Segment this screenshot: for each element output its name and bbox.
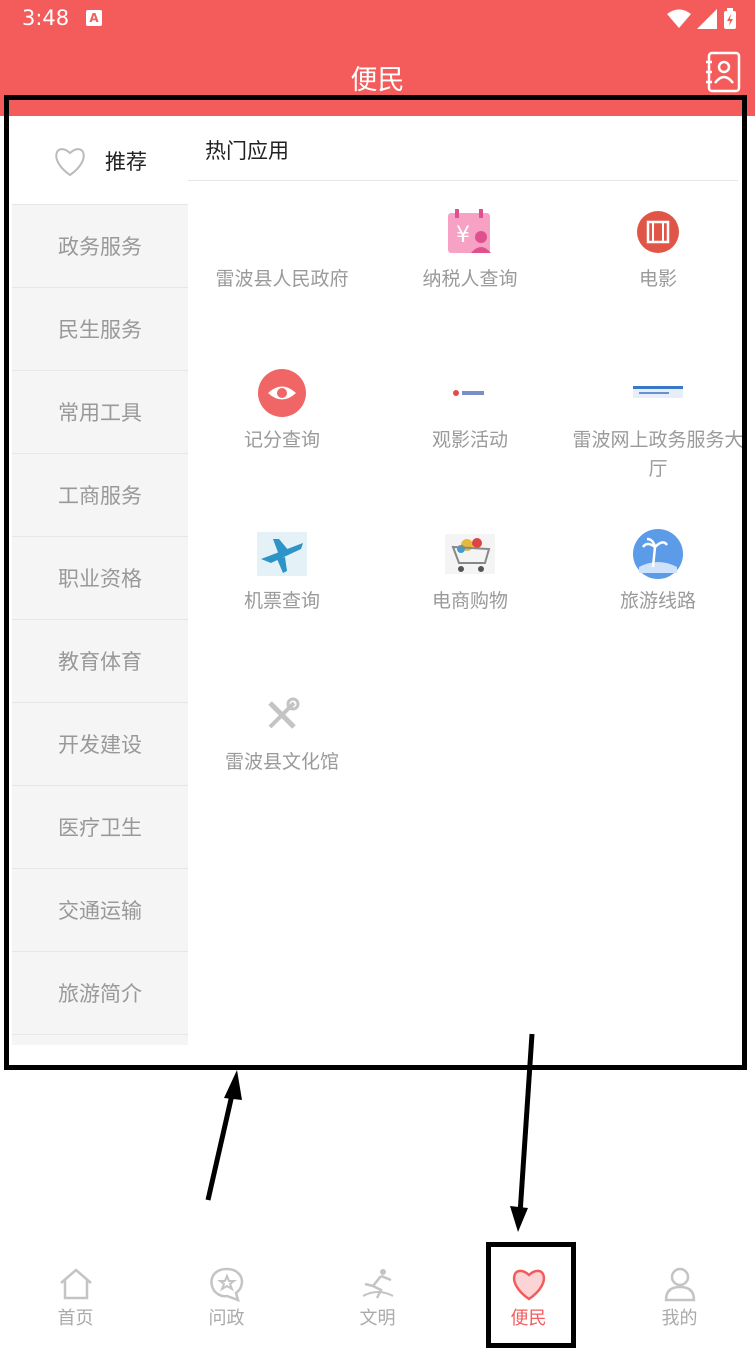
app-label: 电商购物 xyxy=(431,590,508,612)
sidebar-item-label: 教育体育 xyxy=(58,650,142,674)
nav-label: 便民 xyxy=(510,1308,547,1329)
app-label: 雷波县人民政府 xyxy=(215,268,349,290)
nav-label: 首页 xyxy=(57,1308,94,1329)
app-tile[interactable]: ¥ 纳税人查询 xyxy=(376,207,564,294)
nav-label: 文明 xyxy=(359,1308,396,1329)
svg-text:¥: ¥ xyxy=(456,223,470,248)
notification-a-icon: A xyxy=(86,10,102,26)
banner-thumbnail-icon xyxy=(453,390,484,396)
sidebar-item-label: 民生服务 xyxy=(58,318,142,342)
nav-profile[interactable]: 我的 xyxy=(604,1258,755,1342)
tools-icon xyxy=(268,697,300,729)
sidebar-item-label: 旅游简介 xyxy=(58,982,142,1006)
shopping-cart-icon xyxy=(445,534,495,574)
app-label: 观影活动 xyxy=(431,429,508,451)
app-tile[interactable]: 雷波县文化馆 xyxy=(188,690,376,777)
nav-convenience[interactable]: 便民 xyxy=(453,1258,604,1342)
app-tile[interactable]: 机票查询 xyxy=(188,529,376,616)
nav-home[interactable]: 首页 xyxy=(0,1258,151,1342)
sidebar-item-transport[interactable]: 交通运输 xyxy=(12,869,188,952)
sidebar-item-recommend[interactable]: 推荐 xyxy=(12,117,188,205)
app-panel: 热门应用 雷波县人民政府 ¥ 纳税人查询 电影 记分查询 观影活动 雷波网上政务… xyxy=(188,117,744,1045)
nav-civilization[interactable]: 文明 xyxy=(302,1258,453,1342)
palm-tree-icon xyxy=(633,529,683,579)
app-label: 纳税人查询 xyxy=(422,268,518,290)
app-label: 旅游线路 xyxy=(619,590,696,612)
nav-label: 我的 xyxy=(661,1308,698,1329)
wifi-icon xyxy=(667,9,691,28)
film-icon xyxy=(637,211,679,253)
sidebar-item-tools[interactable]: 常用工具 xyxy=(12,371,188,454)
sidebar-item-label: 开发建设 xyxy=(58,733,142,757)
status-icons xyxy=(667,8,737,30)
app-tile[interactable]: 电影 xyxy=(564,207,752,294)
sidebar-item-medical[interactable]: 医疗卫生 xyxy=(12,786,188,869)
app-tile[interactable]: 雷波县人民政府 xyxy=(188,207,376,294)
sidebar-item-qualification[interactable]: 职业资格 xyxy=(12,537,188,620)
app-label: 机票查询 xyxy=(243,590,320,612)
sidebar-item-construction[interactable]: 开发建设 xyxy=(12,703,188,786)
app-tile[interactable]: 电商购物 xyxy=(376,529,564,616)
app-tile[interactable]: 旅游线路 xyxy=(564,529,752,616)
dancer-icon xyxy=(362,1269,393,1299)
sidebar-item-education[interactable]: 教育体育 xyxy=(12,620,188,703)
sidebar-item-label: 常用工具 xyxy=(58,401,142,425)
app-tile[interactable]: 记分查询 xyxy=(188,368,376,455)
status-time: 3:48 xyxy=(22,6,70,30)
sidebar-item-label: 职业资格 xyxy=(58,567,142,591)
star-bubble-icon xyxy=(209,1267,243,1302)
app-label: 记分查询 xyxy=(243,429,320,451)
home-icon xyxy=(59,1268,92,1300)
app-label: 雷波县文化馆 xyxy=(224,751,339,773)
sidebar-item-label: 推荐 xyxy=(105,149,147,174)
sidebar-item-label: 政务服务 xyxy=(58,235,142,259)
sidebar-item-government[interactable]: 政务服务 xyxy=(12,205,188,288)
sidebar-item-label: 医疗卫生 xyxy=(58,816,142,840)
blank-icon xyxy=(257,207,307,257)
sidebar-item-business[interactable]: 工商服务 xyxy=(12,454,188,537)
eye-icon xyxy=(258,369,306,417)
app-label: 雷波网上政务服务大厅 xyxy=(572,429,744,480)
sidebar-item-label: 交通运输 xyxy=(58,899,142,923)
blue-banner-icon xyxy=(633,386,683,398)
user-icon xyxy=(664,1267,695,1302)
heart-outline-icon xyxy=(55,147,85,176)
sidebar-item-tourism[interactable]: 旅游简介 xyxy=(12,952,188,1035)
airplane-icon xyxy=(257,532,307,576)
app-tile[interactable]: 雷波网上政务服务大厅 xyxy=(564,368,752,484)
battery-icon xyxy=(724,8,736,29)
signal-icon xyxy=(697,9,717,29)
status-bar: 3:48 A xyxy=(0,0,755,40)
app-label: 电影 xyxy=(638,268,677,290)
category-sidebar: 推荐 政务服务 民生服务 常用工具 工商服务 职业资格 教育体育 开发建设 医疗… xyxy=(12,117,188,1045)
heart-icon xyxy=(512,1269,545,1301)
section-title: 热门应用 xyxy=(188,117,738,181)
bottom-nav: 首页 问政 文明 便民 我的 xyxy=(0,1258,755,1342)
page-title: 便民 xyxy=(350,65,405,96)
nav-inquiry[interactable]: 问政 xyxy=(151,1258,302,1342)
tax-calendar-icon: ¥ xyxy=(448,209,491,253)
sidebar-item-livelihood[interactable]: 民生服务 xyxy=(12,288,188,371)
app-tile[interactable]: 观影活动 xyxy=(376,368,564,455)
app-header: 便民 xyxy=(0,40,755,116)
contacts-icon[interactable] xyxy=(703,50,743,94)
nav-label: 问政 xyxy=(208,1308,245,1329)
sidebar-item-label: 工商服务 xyxy=(58,484,142,508)
